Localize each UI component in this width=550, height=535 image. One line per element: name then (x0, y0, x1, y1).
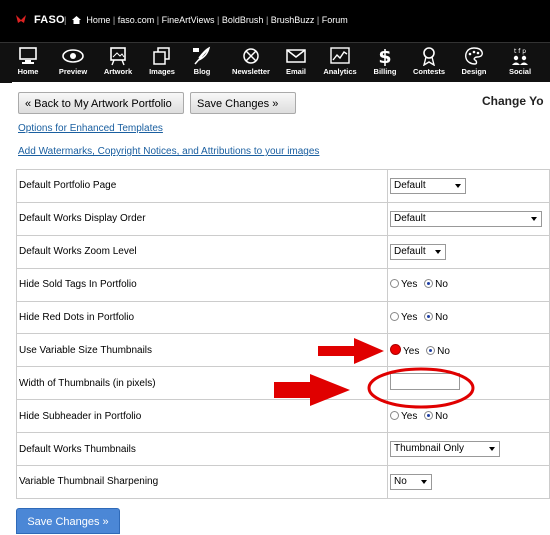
nav-contests[interactable]: Contests (407, 46, 451, 80)
nav-billing[interactable]: $ Billing (363, 46, 407, 80)
works-thumbnails-select[interactable]: Thumbnail Only (390, 441, 500, 458)
hide-sold-yes-radio[interactable] (390, 279, 399, 289)
setting-control: Yes No (387, 300, 550, 335)
table-row: Hide Subheader in Portfolio Yes No (16, 399, 550, 434)
setting-label: Default Portfolio Page (16, 169, 388, 203)
easel-icon (110, 47, 126, 66)
enhanced-templates-link[interactable]: Options for Enhanced Templates (18, 123, 163, 134)
top-link-faso[interactable]: faso.com (118, 15, 155, 25)
back-to-portfolio-button[interactable]: « Back to My Artwork Portfolio (18, 92, 184, 114)
table-row: Default Works Thumbnails Thumbnail Only (16, 432, 550, 467)
top-link-forum[interactable]: Forum (322, 15, 348, 25)
setting-label: Default Works Display Order (16, 201, 388, 236)
top-link-fineartviews[interactable]: FineArtViews (162, 15, 215, 25)
chevron-down-icon (489, 447, 495, 452)
table-row: Default Portfolio Page Default (16, 169, 550, 203)
setting-control: Default (387, 169, 550, 203)
svg-text:t f p: t f p (514, 48, 526, 55)
setting-label: Hide Red Dots in Portfolio (16, 300, 388, 335)
nav-email[interactable]: Email (274, 46, 318, 80)
zoom-level-select[interactable]: Default (390, 243, 446, 260)
nav-newsletter[interactable]: Newsletter (229, 46, 273, 80)
nav-design[interactable]: Design (452, 46, 496, 80)
setting-control: Yes No (387, 333, 550, 368)
variable-size-yes-radio[interactable] (390, 343, 401, 355)
thumbnail-sharpening-select[interactable]: No (390, 473, 432, 490)
chevron-down-icon (435, 249, 441, 254)
svg-text:$: $ (378, 46, 391, 66)
chart-icon (330, 47, 350, 64)
setting-control: Thumbnail Only (387, 432, 550, 467)
save-changes-button-bottom[interactable]: Save Changes » (16, 508, 120, 534)
quill-icon (193, 46, 211, 65)
portfolio-settings-table: Default Portfolio Page Default Default W… (16, 169, 550, 499)
ribbon-icon (423, 47, 435, 66)
home-icon (71, 16, 81, 24)
eye-icon (62, 49, 84, 63)
top-bar: FASO | Home | faso.com | FineArtViews | … (0, 0, 550, 42)
hide-red-dots-yes-radio[interactable] (390, 312, 399, 321)
setting-label: Default Works Zoom Level (16, 234, 388, 269)
chevron-down-icon (531, 216, 537, 221)
palette-icon (465, 47, 483, 65)
main-nav: Home Preview Artwork Images Blog Newslet… (0, 42, 550, 83)
nav-images[interactable]: Images (140, 46, 184, 80)
save-changes-button-top[interactable]: Save Changes » (190, 92, 296, 114)
table-row: Hide Sold Tags In Portfolio Yes No (16, 267, 550, 302)
satellite-icon (243, 48, 259, 64)
top-link-home[interactable]: Home (86, 15, 110, 25)
chevron-down-icon (421, 479, 427, 484)
social-icon: t f p (512, 48, 528, 65)
setting-control: No (387, 465, 550, 499)
table-row: Variable Thumbnail Sharpening No (16, 465, 550, 499)
display-order-select[interactable]: Default (390, 210, 542, 227)
nav-home[interactable]: Home (6, 46, 50, 80)
table-row: Default Works Display Order Default (16, 201, 550, 236)
setting-label: Use Variable Size Thumbnails (16, 333, 388, 368)
setting-control: Default (387, 234, 550, 269)
setting-label: Hide Subheader in Portfolio (16, 399, 388, 434)
table-row: Use Variable Size Thumbnails Yes No (16, 333, 550, 368)
hide-subheader-yes-radio[interactable] (390, 410, 399, 420)
dollar-icon: $ (378, 46, 391, 66)
computer-icon (19, 47, 37, 64)
nav-artwork[interactable]: Artwork (96, 46, 140, 80)
main-content: « Back to My Artwork Portfolio Save Chan… (12, 82, 550, 534)
images-icon (153, 47, 170, 65)
thumbnail-width-input[interactable] (390, 373, 460, 391)
brand-name: FASO (34, 14, 65, 26)
faso-logo-icon (16, 15, 26, 23)
envelope-icon (286, 49, 306, 63)
nav-social[interactable]: t f p Social (498, 46, 542, 80)
setting-label: Default Works Thumbnails (16, 432, 388, 467)
setting-label: Hide Sold Tags In Portfolio (16, 267, 388, 302)
setting-label: Width of Thumbnails (in pixels) (16, 366, 388, 401)
setting-control: Default (387, 201, 550, 236)
table-row: Hide Red Dots in Portfolio Yes No (16, 300, 550, 335)
hide-subheader-no-radio[interactable] (424, 410, 434, 420)
setting-control: Yes No (387, 267, 550, 302)
top-links: | Home | faso.com | FineArtViews | BoldB… (64, 15, 348, 25)
watermarks-link[interactable]: Add Watermarks, Copyright Notices, and A… (18, 146, 319, 157)
top-link-brushbuzz[interactable]: BrushBuzz (271, 15, 315, 25)
setting-label: Variable Thumbnail Sharpening (16, 465, 388, 499)
table-row: Default Works Zoom Level Default (16, 234, 550, 269)
hide-red-dots-no-radio[interactable] (424, 312, 434, 321)
hide-sold-no-radio[interactable] (424, 279, 434, 289)
nav-analytics[interactable]: Analytics (318, 46, 362, 80)
setting-control: Yes No (387, 399, 550, 434)
page-title: Change Yo (482, 94, 544, 108)
top-link-boldbrush[interactable]: BoldBrush (222, 15, 264, 25)
chevron-down-icon (455, 183, 461, 188)
nav-preview[interactable]: Preview (51, 46, 95, 80)
default-portfolio-page-select[interactable]: Default (390, 177, 466, 194)
table-row: Width of Thumbnails (in pixels) (16, 366, 550, 401)
setting-control (387, 366, 550, 401)
nav-blog[interactable]: Blog (180, 46, 224, 80)
variable-size-no-radio[interactable] (426, 345, 436, 355)
